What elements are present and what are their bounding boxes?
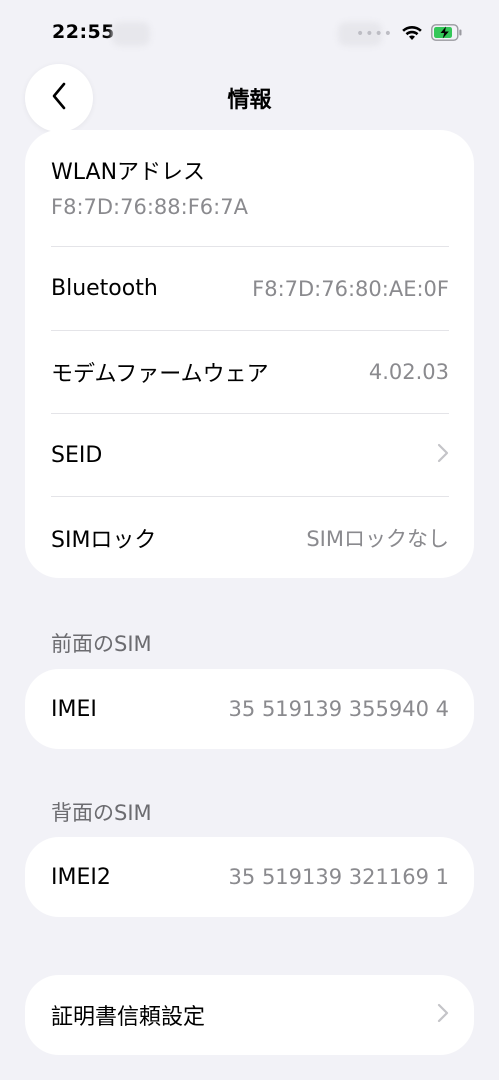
- front-sim-card: IMEI 35 519139 355940 4: [25, 669, 474, 749]
- imei2-value: 35 519139 321169 1: [228, 865, 449, 889]
- status-time: 22:55: [52, 21, 115, 43]
- modem-firmware-row: モデムファームウェア 4.02.03: [25, 331, 474, 413]
- wlan-address-label: WLANアドレス: [51, 160, 206, 185]
- sim-lock-row: SIMロック SIMロックなし: [25, 497, 474, 578]
- certificate-trust-settings-row[interactable]: 証明書信頼設定: [25, 975, 474, 1055]
- blurred-region: [112, 22, 150, 46]
- certificate-trust-settings-label: 証明書信頼設定: [51, 1005, 206, 1030]
- battery-charging-icon: [431, 23, 463, 45]
- section-header-back-sim: 背面のSIM: [51, 801, 152, 825]
- back-sim-card: IMEI2 35 519139 321169 1: [25, 837, 474, 917]
- imei-value: 35 519139 355940 4: [228, 697, 449, 721]
- sim-lock-value: SIMロックなし: [306, 526, 449, 551]
- status-icons: ••••: [356, 22, 463, 46]
- sim-lock-label: SIMロック: [51, 527, 157, 553]
- imei2-label: IMEI2: [51, 864, 111, 890]
- bluetooth-label: Bluetooth: [51, 276, 158, 301]
- chevron-right-icon: [437, 443, 449, 467]
- imei2-row: IMEI2 35 519139 321169 1: [25, 837, 474, 917]
- imei-label: IMEI: [51, 696, 97, 722]
- chevron-right-icon: [437, 1003, 449, 1027]
- bluetooth-row: Bluetooth F8:7D:76:80:AE:0F: [25, 247, 474, 330]
- wlan-address-value: F8:7D:76:88:F6:7A: [51, 195, 248, 219]
- nav-bar: 情報: [0, 62, 499, 132]
- modem-firmware-label: モデムファームウェア: [51, 362, 269, 387]
- bluetooth-value: F8:7D:76:80:AE:0F: [252, 276, 449, 301]
- info-card: WLANアドレス F8:7D:76:88:F6:7A Bluetooth F8:…: [25, 130, 474, 578]
- wifi-icon: [401, 24, 423, 45]
- wlan-address-row: WLANアドレス F8:7D:76:88:F6:7A: [51, 154, 248, 219]
- signal-dots-icon: ••••: [355, 26, 393, 42]
- imei-row: IMEI 35 519139 355940 4: [25, 669, 474, 749]
- section-header-front-sim: 前面のSIM: [51, 632, 152, 656]
- seid-label: SEID: [51, 442, 103, 468]
- page-title: 情報: [227, 88, 272, 113]
- certificate-card: 証明書信頼設定: [25, 975, 474, 1055]
- status-bar: 22:55 ••••: [0, 0, 499, 62]
- modem-firmware-value: 4.02.03: [368, 360, 449, 384]
- seid-row[interactable]: SEID: [25, 414, 474, 496]
